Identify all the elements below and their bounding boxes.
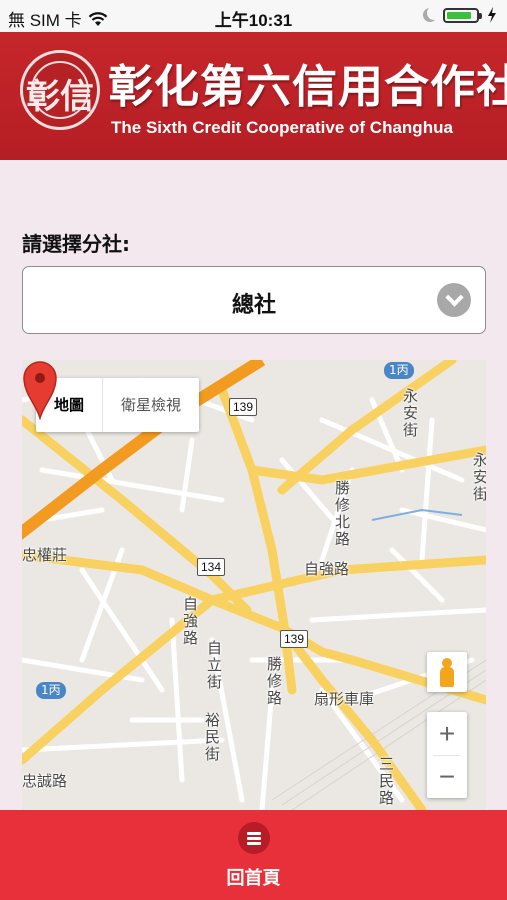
branch-select[interactable]: 總社 <box>22 266 486 334</box>
zoom-divider <box>433 755 461 756</box>
map-label: 裕民街 <box>203 712 221 763</box>
map-type-satellite-button[interactable]: 衛星檢視 <box>103 378 199 432</box>
map-label: 扇形車庫 <box>314 690 375 708</box>
map-label: 永安街 <box>401 388 419 439</box>
provincial-route-badge: 1丙 <box>36 682 66 699</box>
minor-streets <box>22 377 486 810</box>
route-shield: 139 <box>229 398 258 416</box>
status-bar: 無 SIM 卡 上午10:31 <box>0 0 507 32</box>
map-label: 忠誠路 <box>22 772 68 790</box>
map-label: 自強路 <box>181 596 199 647</box>
zoom-in-button[interactable]: + <box>427 712 467 755</box>
map-label: 忠權莊 <box>22 546 68 564</box>
chevron-down-icon <box>437 283 471 317</box>
branch-select-label: 請選擇分社: <box>22 232 130 256</box>
branch-map[interactable]: 地圖 衛星檢視 139 134 139 1丙 1丙 忠權莊 自強路 永安街 勝修… <box>22 360 486 810</box>
menu-icon-line <box>247 842 261 845</box>
map-label: 三民路 <box>377 756 395 807</box>
pegman-body <box>440 667 454 687</box>
home-button-label[interactable]: 回首頁 <box>0 864 507 890</box>
zoom-out-button[interactable]: − <box>427 755 467 798</box>
map-label: 自強路 <box>304 560 350 578</box>
map-label: 永安街 <box>471 452 486 503</box>
map-type-control: 地圖 衛星檢視 <box>36 378 200 432</box>
route-shield: 134 <box>197 558 226 576</box>
do-not-disturb-icon <box>427 6 441 20</box>
brand-title-chinese: 彰化第六信用合作社 <box>108 60 507 113</box>
menu-icon[interactable] <box>238 822 270 854</box>
branch-select-value: 總社 <box>231 293 276 318</box>
menu-icon-line <box>247 832 261 835</box>
logo-glyph: 彰信 <box>26 77 94 117</box>
status-right <box>421 7 497 23</box>
street-view-pegman-button[interactable] <box>427 652 467 692</box>
brand-header: 彰信 彰化第六信用合作社 The Sixth Credit Cooperativ… <box>0 32 507 160</box>
map-label: 勝修北路 <box>333 480 351 548</box>
bottom-nav-bar: 回首頁 <box>0 810 507 900</box>
coop-logo: 彰信 <box>20 50 100 130</box>
battery-fill <box>447 11 471 19</box>
route-shield: 139 <box>280 630 309 648</box>
location-pin-icon[interactable] <box>22 360 58 420</box>
charging-icon <box>488 7 496 23</box>
brand-title-english: The Sixth Credit Cooperative of Changhua <box>111 118 453 137</box>
zoom-control: + − <box>427 712 467 798</box>
provincial-route-badge: 1丙 <box>384 362 414 379</box>
map-label: 勝修路 <box>265 656 283 707</box>
battery-icon <box>443 7 482 23</box>
menu-icon-line <box>247 837 261 840</box>
map-label: 自立街 <box>205 640 223 691</box>
